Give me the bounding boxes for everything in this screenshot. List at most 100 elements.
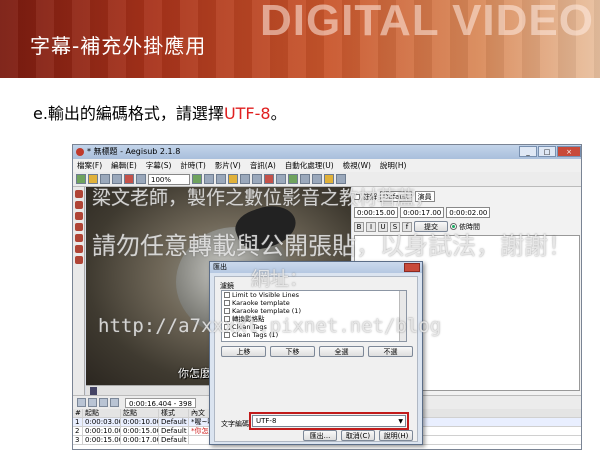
menu-file[interactable]: 檔案(F): [77, 159, 102, 172]
move-up-button[interactable]: 上移: [221, 346, 266, 357]
dialog-close-button[interactable]: [404, 263, 420, 272]
commit-button[interactable]: 提交: [414, 221, 448, 232]
play-icon[interactable]: [77, 398, 86, 407]
zoom-select[interactable]: 100%: [148, 173, 190, 185]
encoding-highlight-box: [249, 412, 409, 430]
time-mode-label: 依時間: [459, 222, 480, 231]
save-icon[interactable]: [100, 174, 110, 184]
select-none-button[interactable]: 不選: [368, 346, 413, 357]
edit-row-times: 0:00:15.00 0:00:17.00 0:00:02.00: [354, 207, 491, 218]
italic-button[interactable]: I: [366, 221, 376, 232]
list-item[interactable]: Limit to Visible Lines: [222, 291, 406, 299]
play-line-icon[interactable]: [88, 398, 97, 407]
standard-tool-icon[interactable]: [75, 190, 83, 198]
row-number: 3: [73, 436, 83, 444]
time-mode-radio[interactable]: [450, 223, 457, 230]
row-style: Default: [159, 436, 189, 444]
styles-manager-icon[interactable]: [228, 174, 238, 184]
timing-post-processor-icon[interactable]: [300, 174, 310, 184]
menu-automation[interactable]: 自動化處理(U): [285, 159, 334, 172]
export-dialog-body: 濾鏡 Limit to Visible Lines Karaoke templa…: [214, 276, 418, 442]
rotate-z-tool-icon[interactable]: [75, 212, 83, 220]
drag-tool-icon[interactable]: [75, 201, 83, 209]
save-as-icon[interactable]: [112, 174, 122, 184]
list-item[interactable]: Karaoke template (1): [222, 307, 406, 315]
comment-label: 註解: [363, 192, 377, 201]
grid-header-number: #: [73, 409, 83, 417]
list-item[interactable]: Karaoke template: [222, 299, 406, 307]
filter-checkbox[interactable]: [224, 324, 230, 330]
header-banner: DIGITAL VIDEO 字幕-補充外掛應用: [0, 0, 600, 78]
font-button[interactable]: f: [402, 221, 412, 232]
start-time-field[interactable]: 0:00:15.00: [354, 207, 399, 218]
open-audio-icon[interactable]: [136, 174, 146, 184]
menu-timing[interactable]: 計時(T): [180, 159, 205, 172]
edit-row-style: 註解 Default 演員: [354, 191, 435, 202]
grid-tags-icon[interactable]: [336, 174, 346, 184]
actor-field[interactable]: 演員: [414, 191, 435, 202]
scale-tool-icon[interactable]: [75, 234, 83, 242]
find-icon[interactable]: [204, 174, 214, 184]
jump-to-icon[interactable]: [192, 174, 202, 184]
help-button[interactable]: 說明(H): [379, 430, 413, 441]
row-number: 2: [73, 427, 83, 435]
filter-buttons: 上移 下移 全選 不選: [221, 346, 413, 357]
dialog-action-buttons: 匯出... 取消(C) 說明(H): [303, 430, 413, 441]
menu-view[interactable]: 檢視(W): [343, 159, 371, 172]
attachments-icon[interactable]: [252, 174, 262, 184]
cancel-button[interactable]: 取消(C): [341, 430, 375, 441]
filter-list[interactable]: Limit to Visible Lines Karaoke template …: [221, 290, 407, 342]
menu-edit[interactable]: 編輯(E): [111, 159, 137, 172]
style-select[interactable]: Default: [380, 191, 412, 202]
export-button[interactable]: 匯出...: [303, 430, 337, 441]
filter-checkbox[interactable]: [224, 292, 230, 298]
open-file-icon[interactable]: [88, 174, 98, 184]
duration-field[interactable]: 0:00:02.00: [446, 207, 491, 218]
filter-list-scrollbar[interactable]: [399, 291, 406, 341]
window-titlebar: * 無標題 - Aegisub 2.1.8 _ □ ×: [73, 145, 581, 159]
bold-button[interactable]: B: [354, 221, 364, 232]
filter-checkbox[interactable]: [224, 316, 230, 322]
minimize-button[interactable]: _: [519, 146, 537, 157]
list-item[interactable]: Clean Tags (1): [222, 331, 406, 339]
fonts-collector-icon[interactable]: [264, 174, 274, 184]
app-icon: [76, 148, 84, 156]
list-item[interactable]: Clean Tags: [222, 323, 406, 331]
stop-icon[interactable]: [99, 398, 108, 407]
replace-icon[interactable]: [216, 174, 226, 184]
end-time-field[interactable]: 0:00:17.00: [400, 207, 445, 218]
playback-time[interactable]: 0:00:16.404 - 398: [125, 397, 196, 408]
list-item[interactable]: 轉換影格點: [222, 315, 406, 323]
close-button[interactable]: ×: [557, 146, 581, 157]
instruction-prefix: e.輸出的編碼格式，請選擇: [33, 104, 224, 123]
strikeout-button[interactable]: S: [390, 221, 400, 232]
menu-help[interactable]: 說明(H): [380, 159, 407, 172]
seek-handle[interactable]: [90, 387, 97, 395]
filter-label: Karaoke template: [232, 299, 290, 307]
kanji-timer-icon[interactable]: [312, 174, 322, 184]
filter-checkbox[interactable]: [224, 300, 230, 306]
new-file-icon[interactable]: [76, 174, 86, 184]
menu-audio[interactable]: 音訊(A): [250, 159, 276, 172]
comment-checkbox[interactable]: [354, 193, 360, 200]
menu-video[interactable]: 影片(V): [215, 159, 241, 172]
underline-button[interactable]: U: [378, 221, 388, 232]
maximize-button[interactable]: □: [538, 146, 556, 157]
vector-clip-tool-icon[interactable]: [75, 256, 83, 264]
automation-icon[interactable]: [276, 174, 286, 184]
select-all-button[interactable]: 全選: [319, 346, 364, 357]
move-down-button[interactable]: 下移: [270, 346, 315, 357]
properties-icon[interactable]: [240, 174, 250, 184]
banner-brand-text: DIGITAL VIDEO: [259, 0, 594, 45]
menu-subtitle[interactable]: 字幕(S): [146, 159, 172, 172]
resample-icon[interactable]: [288, 174, 298, 184]
filter-checkbox[interactable]: [224, 308, 230, 314]
autoscroll-icon[interactable]: [110, 398, 119, 407]
options-icon[interactable]: [324, 174, 334, 184]
clip-tool-icon[interactable]: [75, 245, 83, 253]
export-dialog-title: 匯出: [210, 262, 422, 273]
open-video-icon[interactable]: [124, 174, 134, 184]
rotate-xy-tool-icon[interactable]: [75, 223, 83, 231]
row-style: Default: [159, 418, 189, 426]
filter-checkbox[interactable]: [224, 332, 230, 338]
